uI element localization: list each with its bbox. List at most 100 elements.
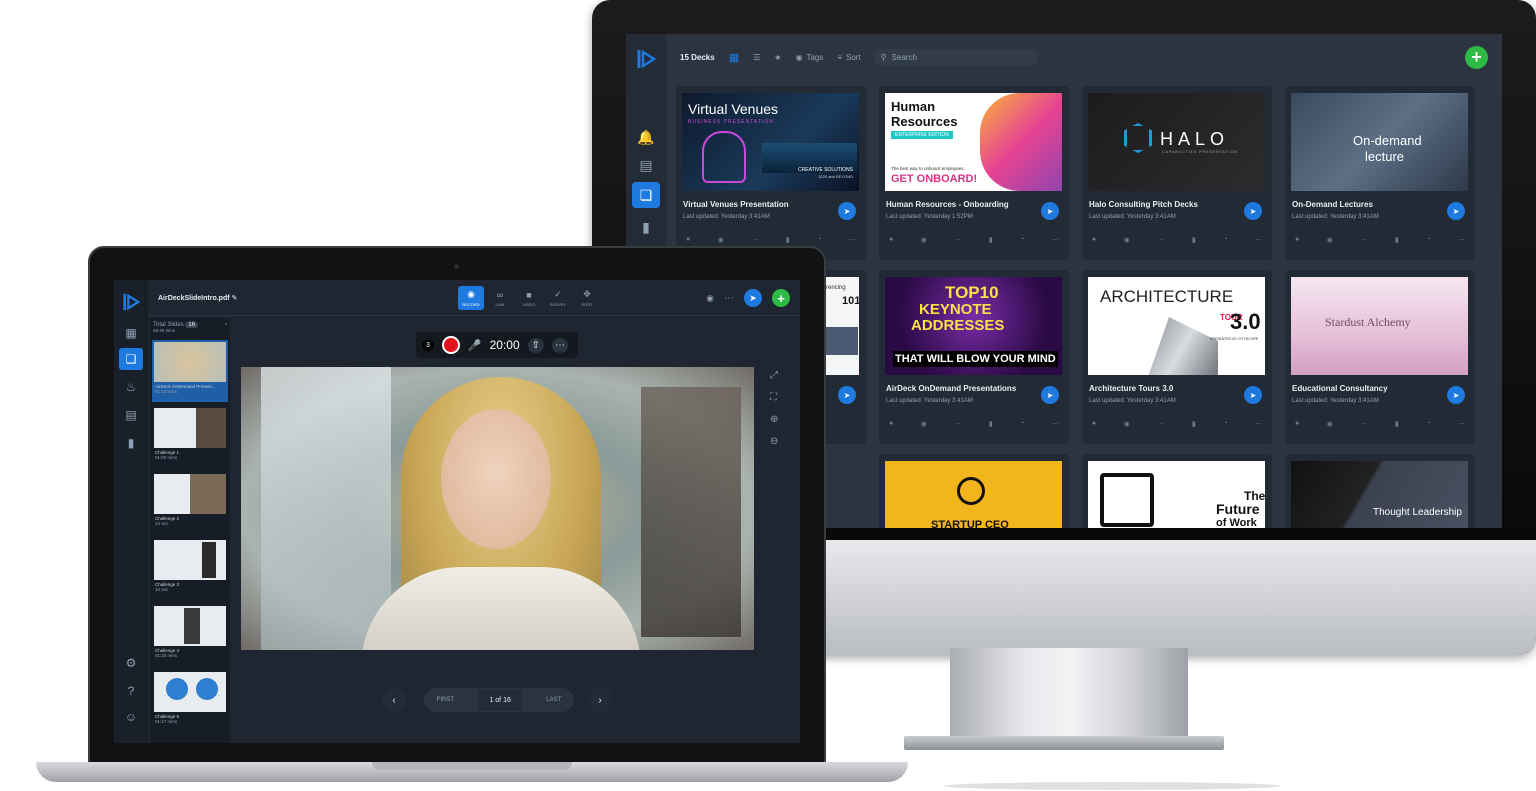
deck-card[interactable]: Virtual Venues BUSINESS PRESENTATION CRE… (676, 86, 866, 260)
slide-thumbnail[interactable]: Challenge 4 01:20 mins (152, 604, 228, 666)
slide-thumbnail[interactable]: Challenge 2 14 sec (152, 472, 228, 534)
zoom-out-icon[interactable]: ⊖ (770, 436, 778, 447)
deck-card[interactable]: Human Resources ENTERPRISE EDITION The b… (879, 86, 1069, 260)
logo-icon[interactable] (636, 48, 656, 70)
share-icon[interactable]: ➤ (1447, 202, 1465, 220)
more-icon[interactable]: ⋯ (1052, 236, 1059, 244)
arrow-icon[interactable]: → (1157, 420, 1164, 428)
help-icon[interactable]: ? (119, 680, 143, 702)
tag-icon[interactable]: ◉ (718, 236, 724, 244)
add-button[interactable]: + (772, 289, 790, 307)
tag-icon[interactable]: ◉ (921, 236, 927, 244)
deck-card[interactable]: HALO CAPABILITIES PRESENTATION Halo Cons… (1082, 86, 1272, 260)
record-button[interactable] (441, 336, 460, 354)
more-icon[interactable]: ⋯ (1255, 236, 1262, 244)
file-name[interactable]: AirDeckSlideIntro.pdf ✎ (158, 294, 237, 302)
share-icon[interactable]: ➤ (1041, 202, 1059, 220)
logo-icon[interactable] (122, 292, 140, 312)
eye-icon[interactable]: ● (686, 236, 690, 244)
last-button[interactable]: LAST (546, 697, 561, 703)
more-icon[interactable]: ⋯ (1052, 420, 1059, 428)
tag-icon[interactable]: ◉ (1327, 420, 1333, 428)
user-icon[interactable]: ☺ (119, 706, 143, 728)
deck-card[interactable]: STARTUP CEO (879, 454, 1069, 528)
chevron-left-icon[interactable]: ‹ (382, 688, 406, 712)
chart-icon[interactable]: ▮ (1395, 420, 1399, 428)
chat-icon[interactable]: ▤ (119, 404, 143, 426)
share-icon[interactable]: ➤ (1244, 202, 1262, 220)
chart-icon[interactable]: ▮ (1395, 236, 1399, 244)
eye-icon[interactable]: ● (889, 236, 893, 244)
link-tab[interactable]: ∞ LINK (487, 286, 513, 310)
deck-card[interactable]: Stardust Alchemy Educational Consultancy… (1285, 270, 1475, 444)
chart-icon[interactable]: ▮ (119, 432, 143, 454)
more-icon[interactable]: ⋯ (1255, 420, 1262, 428)
toggle-icon[interactable]: ◔ (1020, 236, 1024, 244)
toggle-icon[interactable]: ◔ (1223, 236, 1227, 244)
gear-icon[interactable]: ⚙ (119, 652, 143, 674)
chat-icon[interactable]: ▤ (632, 152, 660, 178)
chevron-right-icon[interactable]: › (588, 688, 612, 712)
expand-icon[interactable]: ⤢ (770, 370, 778, 381)
tag-icon[interactable]: ◉ (1124, 420, 1130, 428)
chart-icon[interactable]: ▮ (1192, 236, 1196, 244)
more-icon[interactable]: ⋯ (849, 236, 856, 244)
deck-card[interactable]: The Future of Work (1082, 454, 1272, 528)
deck-card[interactable]: TOP10 KEYNOTE ADDRESSES THAT WILL BLOW Y… (879, 270, 1069, 444)
arrow-icon[interactable]: → (1360, 236, 1367, 244)
decks-icon[interactable]: ❏ (632, 182, 660, 208)
share-icon[interactable]: ➤ (838, 202, 856, 220)
bell-icon[interactable]: 🔔 (632, 124, 660, 150)
first-button[interactable]: FIRST (437, 697, 454, 703)
toggle-icon[interactable]: ◔ (1020, 420, 1024, 428)
eye-icon[interactable]: ● (1295, 236, 1299, 244)
arrow-icon[interactable]: → (954, 420, 961, 428)
collapse-icon[interactable]: ‹ (225, 322, 227, 328)
slide-thumbnail[interactable]: Challenge 3 10 sec (152, 538, 228, 600)
arrow-icon[interactable]: → (1360, 420, 1367, 428)
share-icon[interactable]: ➤ (1244, 386, 1262, 404)
eye-icon[interactable]: ● (889, 420, 893, 428)
add-deck-button[interactable]: + (1465, 46, 1488, 69)
slide-thumbnail[interactable]: Challenge 5 01:17 mins (152, 670, 228, 732)
survey-tab[interactable]: ✓ SURVEY (545, 286, 571, 310)
eye-icon[interactable]: ● (1092, 236, 1096, 244)
toggle-icon[interactable]: ◔ (817, 236, 821, 244)
arrow-icon[interactable]: → (954, 236, 961, 244)
chart-icon[interactable]: ▮ (1192, 420, 1196, 428)
toggle-icon[interactable]: ◔ (1426, 236, 1430, 244)
deck-card[interactable]: Thought Leadership (1285, 454, 1475, 528)
more-icon[interactable]: ⋯ (1458, 236, 1465, 244)
tag-icon[interactable]: ◉ (1124, 236, 1130, 244)
mic-icon[interactable]: 🎤 (468, 339, 482, 352)
record-tab[interactable]: ◉ RECORD (458, 286, 484, 310)
eye-icon[interactable]: ◉ (706, 293, 714, 304)
fullscreen-icon[interactable]: ⛶ (770, 392, 777, 403)
sort-button[interactable]: ≡ Sort (837, 53, 860, 62)
sort-tab[interactable]: ✥ SORT (574, 286, 600, 310)
list-icon[interactable]: ☰ (753, 53, 760, 62)
slide-thumbnail[interactable]: Challenge 1 01:00 mins (152, 406, 228, 468)
more-icon[interactable]: ⋯ (1458, 420, 1465, 428)
chart-icon[interactable]: ▮ (786, 236, 790, 244)
chart-icon[interactable]: ▮ (989, 236, 993, 244)
more-icon[interactable]: ⋯ (724, 293, 734, 304)
arrow-icon[interactable]: → (751, 236, 758, 244)
deck-card[interactable]: On-demand lecture On-Demand Lectures Las… (1285, 86, 1475, 260)
star-icon[interactable]: ★ (774, 53, 781, 62)
slide-thumbnail[interactable]: AirDeck OnDemand Present... 01:14 mins (152, 340, 228, 402)
bell-icon[interactable]: ♨ (119, 376, 143, 398)
chart-icon[interactable]: ▮ (989, 420, 993, 428)
zoom-in-icon[interactable]: ⊕ (770, 414, 778, 425)
video-tab[interactable]: ■ VIDEO (516, 286, 542, 310)
toggle-icon[interactable]: ◔ (1223, 420, 1227, 428)
edit-icon[interactable]: ✎ (232, 295, 238, 302)
share-button[interactable]: ➤ (744, 289, 762, 307)
tags-button[interactable]: ◉ Tags (795, 53, 823, 62)
more-icon[interactable]: ⋯ (552, 337, 569, 353)
deck-card[interactable]: ARCHITECTURE TOUR 3.0 PRESENTED BY CITYS… (1082, 270, 1272, 444)
chart-icon[interactable]: ▮ (632, 214, 660, 240)
upload-icon[interactable]: ⇧ (527, 337, 545, 353)
tag-icon[interactable]: ◉ (1327, 236, 1333, 244)
decks-icon[interactable]: ❏ (119, 348, 143, 370)
